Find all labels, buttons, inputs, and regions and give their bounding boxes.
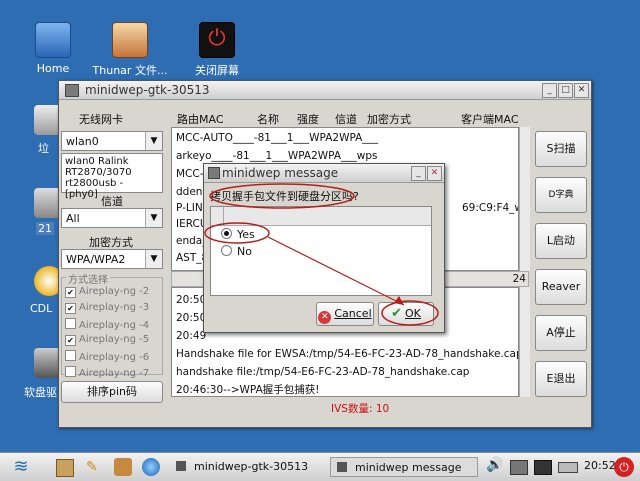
task-dialog-label: minidwep message: [355, 461, 462, 474]
volume-icon[interactable]: 🔊: [486, 457, 503, 473]
ok-highlight-ellipse: [381, 300, 439, 326]
window-icon: [176, 461, 186, 471]
taskbar: ≋ ✎ minidwep-gtk-30513 minidwep message …: [0, 452, 640, 481]
task-main-label: minidwep-gtk-30513: [194, 460, 309, 473]
image-viewer-icon[interactable]: [114, 458, 132, 476]
window-icon: [337, 462, 347, 472]
annotation-overlay: [204, 183, 439, 326]
yes-highlight-ellipse: [204, 222, 270, 244]
display-icon[interactable]: [510, 460, 528, 475]
clock[interactable]: 20:52: [584, 459, 616, 472]
task-main-window[interactable]: minidwep-gtk-30513: [176, 457, 322, 477]
edit-icon[interactable]: ✎: [86, 459, 102, 475]
browser-icon[interactable]: [142, 458, 160, 476]
desktop-icon[interactable]: [56, 459, 74, 477]
question-highlight-ellipse: [209, 183, 355, 209]
network-icon[interactable]: [534, 460, 552, 475]
battery-icon[interactable]: [558, 462, 578, 473]
start-menu-icon[interactable]: ≋: [6, 456, 36, 478]
shutdown-icon[interactable]: ⏻: [614, 457, 634, 477]
task-dialog[interactable]: minidwep message: [330, 457, 478, 477]
annotation-arrow-line: [267, 236, 405, 306]
